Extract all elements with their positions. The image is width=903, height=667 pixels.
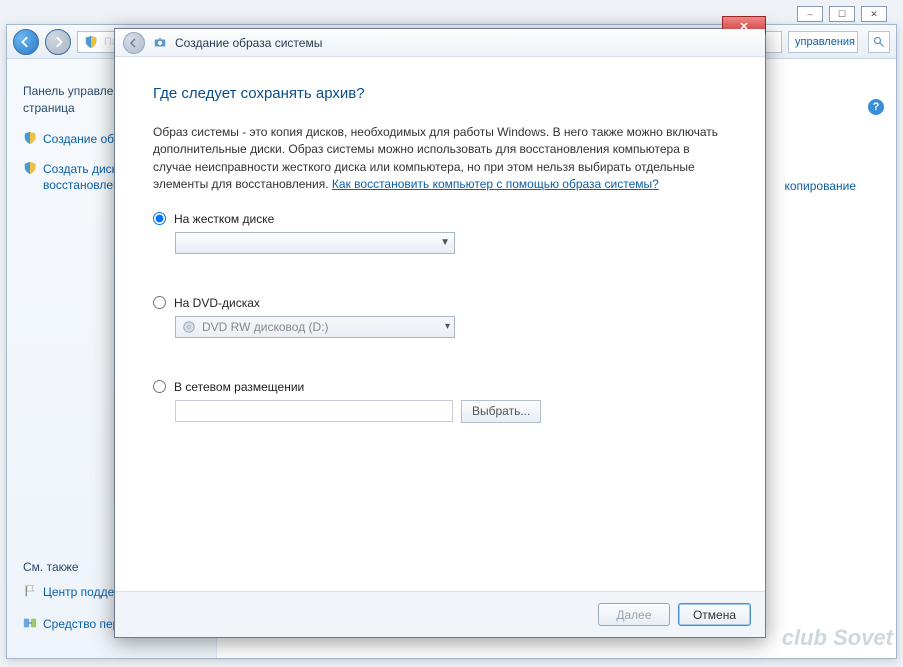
hdd-select[interactable]: ▼ xyxy=(175,232,455,254)
option-hdd-label: На жестком диске xyxy=(174,212,274,226)
chevron-down-icon: ▾ xyxy=(445,321,450,332)
wizard-footer: Далее Отмена xyxy=(115,591,765,637)
disc-icon xyxy=(182,320,196,334)
shield-icon xyxy=(84,35,98,49)
browse-button[interactable]: Выбрать... xyxy=(461,400,541,423)
transfer-icon xyxy=(23,616,37,630)
wizard-back-button[interactable] xyxy=(123,32,145,54)
flag-icon xyxy=(23,584,37,602)
option-network: В сетевом размещении Выбрать... xyxy=(153,380,727,423)
next-button[interactable]: Далее xyxy=(598,603,670,626)
dvd-select-value: DVD RW дисковод (D:) xyxy=(202,320,329,334)
network-path-input[interactable] xyxy=(175,400,453,422)
option-dvd-label: На DVD-дисках xyxy=(174,296,260,310)
chevron-down-icon: ▼ xyxy=(440,237,450,248)
maximize-button[interactable]: ☐ xyxy=(829,6,855,22)
option-network-label: В сетевом размещении xyxy=(174,380,304,394)
search-icon[interactable] xyxy=(868,31,890,53)
radio-hdd[interactable] xyxy=(153,212,166,225)
forward-button[interactable] xyxy=(45,29,71,55)
wizard-description: Образ системы - это копия дисков, необхо… xyxy=(153,124,727,194)
wizard-titlebar: Создание образа системы xyxy=(115,29,765,57)
minimize-button[interactable]: – xyxy=(797,6,823,22)
system-image-icon xyxy=(153,36,167,50)
cancel-button[interactable]: Отмена xyxy=(678,603,751,626)
back-button[interactable] xyxy=(13,29,39,55)
close-button[interactable]: ✕ xyxy=(861,6,887,22)
option-dvd: На DVD-дисках DVD RW дисковод (D:) ▾ xyxy=(153,296,727,338)
dvd-select[interactable]: DVD RW дисковод (D:) ▾ xyxy=(175,316,455,338)
shield-icon xyxy=(23,161,37,175)
shield-icon xyxy=(23,131,37,145)
wizard-title: Создание образа системы xyxy=(175,36,322,50)
radio-dvd[interactable] xyxy=(153,296,166,309)
help-icon[interactable]: ? xyxy=(868,99,884,115)
wizard-dialog: ✕ Создание образа системы Где следует со… xyxy=(114,28,766,638)
radio-network[interactable] xyxy=(153,380,166,393)
control-label: управления xyxy=(788,31,858,53)
wizard-heading: Где следует сохранять архив? xyxy=(153,85,727,102)
wizard-help-link[interactable]: Как восстановить компьютер с помощью обр… xyxy=(332,177,659,191)
wizard-body: Где следует сохранять архив? Образ систе… xyxy=(125,67,755,585)
option-hdd: На жестком диске ▼ xyxy=(153,212,727,254)
right-link[interactable]: копирование xyxy=(784,179,856,193)
